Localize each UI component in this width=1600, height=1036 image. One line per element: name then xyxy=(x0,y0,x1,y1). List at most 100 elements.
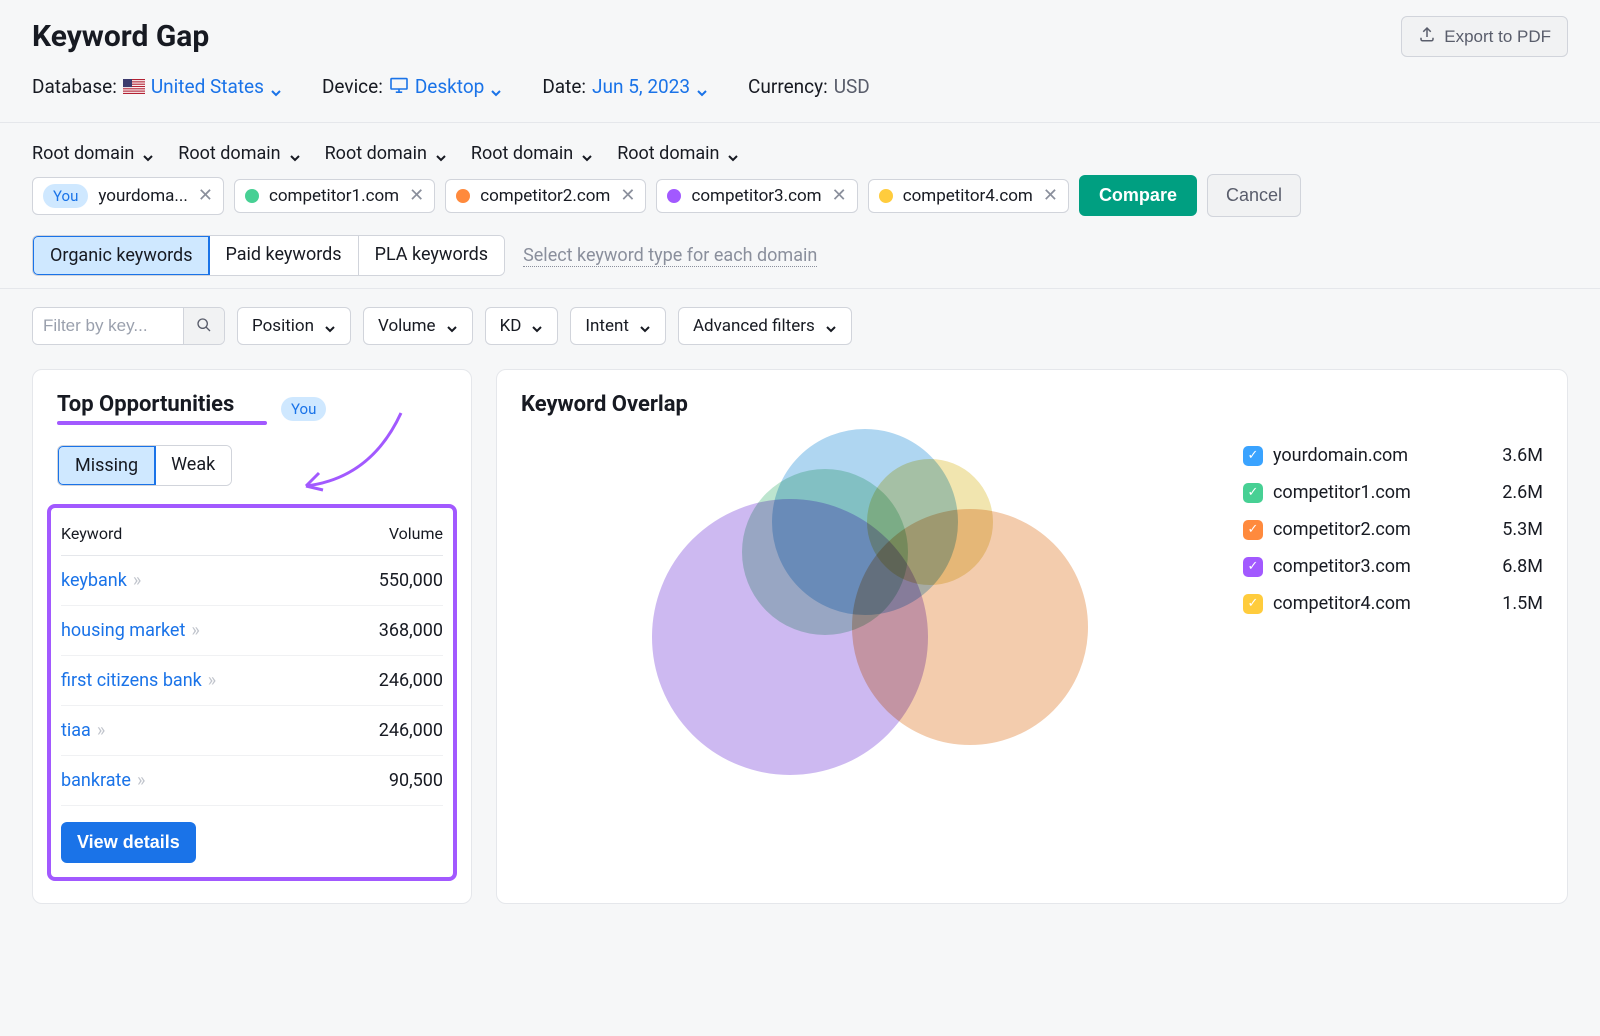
domain-label: competitor3.com xyxy=(691,186,821,206)
legend-item-2[interactable]: ✓competitor2.com5.3M xyxy=(1243,511,1543,548)
chevron-down-icon xyxy=(696,81,708,93)
legend-value: 3.6M xyxy=(1502,445,1543,466)
keyword-link[interactable]: tiaa» xyxy=(61,720,105,741)
view-details-button[interactable]: View details xyxy=(61,822,196,863)
legend-item-4[interactable]: ✓competitor4.com1.5M xyxy=(1243,585,1543,622)
domain-chip-0[interactable]: You yourdoma... ✕ xyxy=(32,177,224,215)
database-selector[interactable]: Database: United States xyxy=(32,75,282,98)
table-row: bankrate» 90,500 xyxy=(61,756,443,806)
chevron-down-icon xyxy=(825,320,837,332)
page-title: Keyword Gap xyxy=(32,19,209,54)
close-icon[interactable]: ✕ xyxy=(620,187,635,205)
annotation-highlight-box: Keyword Volume keybank»550,000housing ma… xyxy=(47,504,457,881)
filter-keyword-input[interactable] xyxy=(33,308,183,344)
you-badge: You xyxy=(43,184,88,208)
checkbox-icon: ✓ xyxy=(1243,483,1263,503)
filter-position[interactable]: Position xyxy=(237,307,351,345)
col-keyword: Keyword xyxy=(61,516,331,556)
double-chevron-icon: » xyxy=(137,770,145,791)
keyword-overlap-card: Keyword Overlap ✓yourdomain.com3.6M✓comp… xyxy=(496,369,1568,904)
domain-chip-2[interactable]: competitor2.com✕ xyxy=(445,179,646,213)
checkbox-icon: ✓ xyxy=(1243,446,1263,466)
domain-type-selector-2[interactable]: Root domain xyxy=(325,143,447,164)
domain-type-selector-1[interactable]: Root domain xyxy=(178,143,300,164)
tab-organic-keywords[interactable]: Organic keywords xyxy=(32,235,210,276)
domain-type-selector-4[interactable]: Root domain xyxy=(617,143,739,164)
legend-item-0[interactable]: ✓yourdomain.com3.6M xyxy=(1243,437,1543,474)
chevron-down-icon xyxy=(581,148,593,160)
col-volume: Volume xyxy=(331,516,443,556)
flag-us-icon xyxy=(123,79,145,94)
filter-kd[interactable]: KD xyxy=(485,307,559,345)
domain-chip-4[interactable]: competitor4.com ✕ xyxy=(868,179,1069,213)
venn-circle-competitor4 xyxy=(865,457,995,587)
domain-label: yourdoma... xyxy=(98,186,187,206)
legend-value: 5.3M xyxy=(1502,519,1543,540)
legend-value: 2.6M xyxy=(1502,482,1543,503)
select-kw-type-link[interactable]: Select keyword type for each domain xyxy=(523,245,817,267)
keyword-link[interactable]: housing market» xyxy=(61,620,200,641)
table-row: first citizens bank»246,000 xyxy=(61,656,443,706)
chevron-down-icon xyxy=(727,148,739,160)
chevron-down-icon xyxy=(324,320,336,332)
tab-weak[interactable]: Weak xyxy=(155,446,231,485)
legend-value: 6.8M xyxy=(1502,556,1543,577)
chevron-down-icon xyxy=(531,320,543,332)
checkbox-icon: ✓ xyxy=(1243,594,1263,614)
domain-type-selector-3[interactable]: Root domain xyxy=(471,143,593,164)
domain-type-selector-0[interactable]: Root domain xyxy=(32,143,154,164)
venn-diagram xyxy=(640,427,1100,787)
close-icon[interactable]: ✕ xyxy=(832,187,847,205)
keyword-link[interactable]: first citizens bank» xyxy=(61,670,216,691)
compare-button[interactable]: Compare xyxy=(1079,175,1197,216)
tab-missing[interactable]: Missing xyxy=(57,445,156,486)
filter-input-group xyxy=(32,307,225,345)
you-badge: You xyxy=(281,397,326,421)
chevron-down-icon xyxy=(446,320,458,332)
keyword-type-segment: Organic keywords Paid keywords PLA keywo… xyxy=(32,235,505,276)
color-dot-icon xyxy=(879,189,893,203)
overlap-title: Keyword Overlap xyxy=(521,392,1543,417)
color-dot-icon xyxy=(667,189,681,203)
double-chevron-icon: » xyxy=(97,720,105,741)
keyword-link[interactable]: keybank» xyxy=(61,570,141,591)
volume-value: 550,000 xyxy=(331,556,443,606)
color-dot-icon xyxy=(456,189,470,203)
domain-label: competitor4.com xyxy=(903,186,1033,206)
currency-display: Currency: USD xyxy=(748,75,870,98)
close-icon[interactable]: ✕ xyxy=(198,187,213,205)
cancel-button[interactable]: Cancel xyxy=(1207,174,1301,217)
double-chevron-icon: » xyxy=(208,670,216,691)
volume-value: 90,500 xyxy=(331,756,443,806)
color-dot-icon xyxy=(245,189,259,203)
filter-advanced[interactable]: Advanced filters xyxy=(678,307,852,345)
filter-intent[interactable]: Intent xyxy=(570,307,666,345)
legend-item-1[interactable]: ✓competitor1.com2.6M xyxy=(1243,474,1543,511)
search-icon xyxy=(196,317,212,336)
table-row: keybank» 550,000 xyxy=(61,556,443,606)
domain-chip-1[interactable]: competitor1.com✕ xyxy=(234,179,435,213)
domain-chip-3[interactable]: competitor3.com ✕ xyxy=(656,179,857,213)
volume-value: 368,000 xyxy=(331,606,443,656)
legend-item-3[interactable]: ✓competitor3.com6.8M xyxy=(1243,548,1543,585)
table-row: housing market» 368,000 xyxy=(61,606,443,656)
table-row: tiaa»246,000 xyxy=(61,706,443,756)
export-label: Export to PDF xyxy=(1444,27,1551,47)
opportunities-table: Keyword Volume keybank»550,000housing ma… xyxy=(61,516,443,806)
close-icon[interactable]: ✕ xyxy=(1043,187,1058,205)
tab-paid-keywords[interactable]: Paid keywords xyxy=(209,236,358,275)
chevron-down-icon xyxy=(289,148,301,160)
checkbox-icon: ✓ xyxy=(1243,520,1263,540)
device-selector[interactable]: Device: Desktop xyxy=(322,75,502,98)
export-pdf-button[interactable]: Export to PDF xyxy=(1401,16,1568,57)
tab-pla-keywords[interactable]: PLA keywords xyxy=(359,236,504,275)
chevron-down-icon xyxy=(142,148,154,160)
chevron-down-icon xyxy=(270,81,282,93)
keyword-link[interactable]: bankrate» xyxy=(61,770,145,791)
filter-search-button[interactable] xyxy=(183,308,224,344)
date-selector[interactable]: Date: Jun 5, 2023 xyxy=(542,75,708,98)
filter-volume[interactable]: Volume xyxy=(363,307,473,345)
opportunities-title: Top Opportunities xyxy=(57,392,267,417)
close-icon[interactable]: ✕ xyxy=(409,187,424,205)
legend-value: 1.5M xyxy=(1502,593,1543,614)
